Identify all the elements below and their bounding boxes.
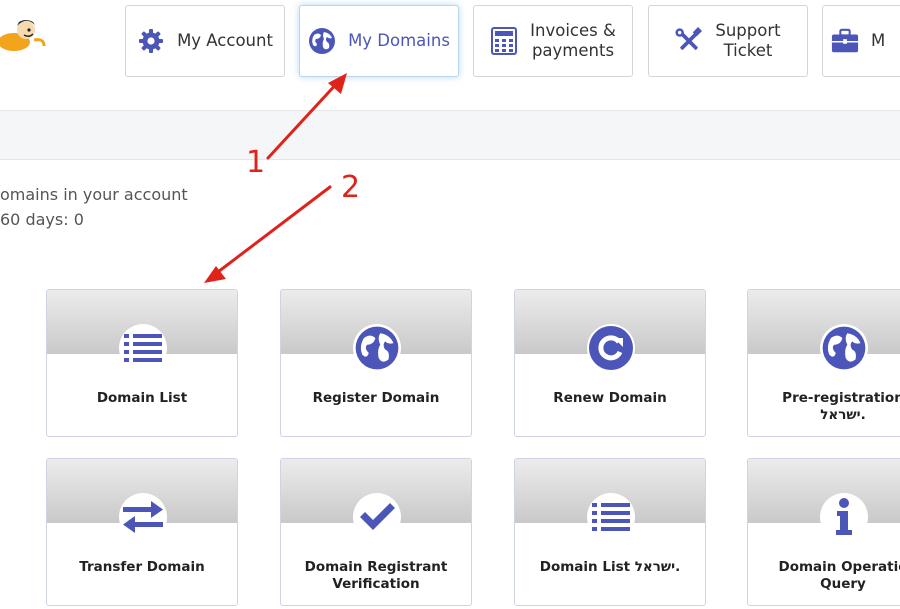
transfer-domain-label: Transfer Domain — [79, 559, 205, 575]
register-domain-card[interactable]: Register Domain — [280, 289, 472, 437]
support-label-line1: Support — [715, 21, 781, 40]
calculator-icon — [490, 27, 518, 55]
operation-line1: Domain Operatio — [778, 559, 900, 575]
renew-domain-card[interactable]: Renew Domain — [514, 289, 706, 437]
pre-registration-line2: ישראל. — [820, 407, 866, 423]
domain-registrant-verification-label: Domain Registrant Verification — [281, 559, 471, 593]
my-domains-label: My Domains — [348, 31, 450, 50]
renew-domain-label: Renew Domain — [553, 390, 667, 406]
registrant-line1: Domain Registrant — [304, 559, 448, 575]
domain-operation-query-card[interactable]: Domain Operatio Query — [747, 458, 900, 606]
annotation-number-2: 2 — [341, 170, 361, 205]
list-icon — [119, 324, 167, 372]
domains-count-text: omains in your account — [0, 185, 188, 204]
transfer-domain-card[interactable]: Transfer Domain — [46, 458, 238, 606]
expiring-days-text: 60 days: 0 — [0, 210, 84, 229]
pre-registration-line1: Pre-registration — [782, 390, 900, 406]
refresh-icon — [587, 324, 635, 372]
more-nav-button[interactable]: M — [822, 5, 900, 77]
my-account-button[interactable]: My Account — [125, 5, 285, 77]
logo[interactable] — [0, 12, 48, 56]
pre-registration-card[interactable]: Pre-registration ישראל. — [747, 289, 900, 437]
check-icon — [353, 493, 401, 541]
operation-line2: Query — [820, 576, 866, 592]
domain-list-il-card[interactable]: Domain List ישראל. — [514, 458, 706, 606]
transfer-icon — [119, 493, 167, 541]
domain-list-label: Domain List — [96, 390, 188, 406]
briefcase-icon — [831, 27, 859, 55]
globe-icon — [820, 324, 868, 372]
domain-list-il-label: Domain List ישראל. — [539, 559, 681, 575]
invoices-label-line1: Invoices & — [530, 21, 616, 40]
invoices-label-line2: payments — [531, 41, 615, 60]
globe-icon — [308, 27, 336, 55]
more-nav-label: M — [871, 31, 886, 50]
list-icon — [587, 493, 635, 541]
domain-operation-query-label: Domain Operatio Query — [748, 559, 900, 593]
tools-icon — [675, 27, 703, 55]
my-domains-button[interactable]: My Domains — [299, 5, 459, 77]
my-account-label: My Account — [177, 31, 273, 50]
pre-registration-label: Pre-registration ישראל. — [748, 390, 900, 424]
domain-registrant-verification-card[interactable]: Domain Registrant Verification — [280, 458, 472, 606]
register-domain-label: Register Domain — [312, 390, 440, 406]
domain-list-card[interactable]: Domain List — [46, 289, 238, 437]
support-label-line2: Ticket — [723, 41, 773, 60]
gear-icon — [137, 27, 165, 55]
globe-icon — [353, 324, 401, 372]
support-ticket-button[interactable]: Support Ticket — [648, 5, 808, 77]
breadcrumb-bar — [0, 110, 900, 160]
support-ticket-label: Support Ticket — [715, 21, 780, 61]
info-icon — [820, 493, 868, 541]
annotation-number-1: 1 — [246, 145, 266, 180]
invoices-payments-button[interactable]: Invoices & payments — [473, 5, 633, 77]
invoices-payments-label: Invoices & payments — [530, 21, 616, 61]
registrant-line2: Verification — [332, 576, 420, 592]
